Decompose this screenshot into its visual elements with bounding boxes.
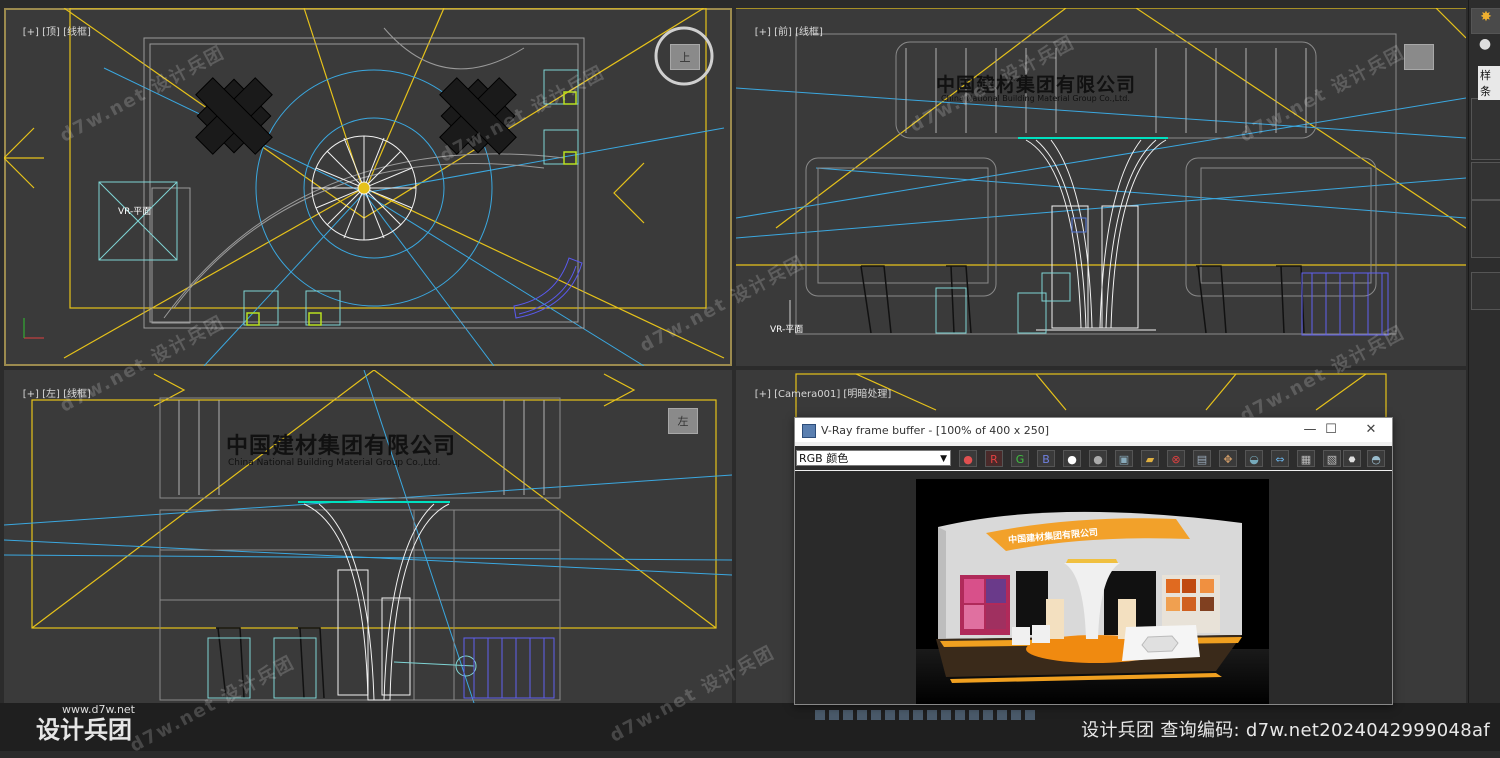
- nav-icon[interactable]: [969, 710, 979, 720]
- viewport-menu-plus[interactable]: [+]: [23, 27, 39, 38]
- viewport-view-menu[interactable]: [Camera001]: [774, 389, 840, 400]
- brand-logo: 设计兵团: [36, 716, 132, 744]
- channel-select-value: RGB 颜色: [799, 452, 849, 465]
- nav-icon[interactable]: [899, 710, 909, 720]
- viewport-view-menu[interactable]: [顶]: [42, 27, 60, 38]
- viewcube-left[interactable]: 左: [668, 408, 698, 434]
- nav-icon[interactable]: [871, 710, 881, 720]
- left-wireframe: [4, 370, 732, 703]
- color-channels-icon[interactable]: ●: [959, 450, 977, 467]
- nav-icon[interactable]: [927, 710, 937, 720]
- viewport-front[interactable]: [+] [前] [线框] 中国建材集团有限公司 China National B…: [736, 8, 1466, 366]
- viewport-menu-plus[interactable]: [+]: [755, 27, 771, 38]
- rollout-1[interactable]: [1471, 98, 1500, 160]
- viewport-menu-plus[interactable]: [+]: [755, 389, 771, 400]
- rollout-3[interactable]: [1471, 200, 1500, 258]
- viewport-top-label: [+] [顶] [线框]: [10, 12, 91, 49]
- region-render-icon[interactable]: ▧: [1323, 450, 1341, 467]
- nav-icon[interactable]: [983, 710, 993, 720]
- nav-icon[interactable]: [955, 710, 965, 720]
- track-mouse-icon[interactable]: ✥: [1219, 450, 1237, 467]
- booth-render: [916, 479, 1269, 704]
- viewport-shading-menu[interactable]: [明暗处理]: [843, 389, 891, 400]
- viewport-front-label: [+] [前] [线框]: [742, 12, 823, 49]
- link-icon[interactable]: ⇔: [1271, 450, 1289, 467]
- stop-icon[interactable]: ⬣: [1343, 450, 1361, 467]
- green-channel-button[interactable]: G: [1011, 450, 1029, 467]
- rollout-2[interactable]: [1471, 162, 1500, 200]
- viewport-shading-menu[interactable]: [线框]: [63, 389, 91, 400]
- vray-window-title: V-Ray frame buffer - [100% of 400 x 250]: [821, 423, 1050, 437]
- left-sign-en: China National Building Material Group C…: [228, 458, 441, 468]
- clear-image-icon[interactable]: ⊗: [1167, 450, 1185, 467]
- nav-icon[interactable]: [815, 710, 825, 720]
- vray-titlebar[interactable]: V-Ray frame buffer - [100% of 400 x 250]…: [795, 418, 1392, 442]
- white-circle-icon[interactable]: ●: [1063, 450, 1081, 467]
- nav-icon[interactable]: [857, 710, 867, 720]
- viewport-view-menu[interactable]: [左]: [42, 389, 60, 400]
- viewport-left-label: [+] [左] [线框]: [10, 374, 91, 411]
- save-icon[interactable]: ▣: [1115, 450, 1133, 467]
- chevron-down-icon: ▼: [940, 454, 947, 464]
- gray-circle-icon[interactable]: ●: [1089, 450, 1107, 467]
- front-sign-en: China National Building Material Group C…: [941, 94, 1130, 103]
- nav-icon[interactable]: [997, 710, 1007, 720]
- vray-frame-buffer-window[interactable]: V-Ray frame buffer - [100% of 400 x 250]…: [794, 417, 1393, 705]
- viewport-top[interactable]: [+] [顶] [线框] 上 VR-平面: [4, 8, 732, 366]
- vr-plane-label: VR-平面: [118, 207, 152, 217]
- nav-icon[interactable]: [1011, 710, 1021, 720]
- viewport-menu-plus[interactable]: [+]: [23, 389, 39, 400]
- viewcube-front[interactable]: [1404, 44, 1434, 70]
- viewport-shading-menu[interactable]: [线框]: [63, 27, 91, 38]
- teapot-icon[interactable]: ◒: [1245, 450, 1263, 467]
- maximize-button[interactable]: ☐: [1321, 422, 1341, 438]
- render-teapot-icon[interactable]: ◓: [1367, 450, 1385, 467]
- red-channel-button[interactable]: R: [985, 450, 1003, 467]
- nav-icon[interactable]: [1025, 710, 1035, 720]
- blue-channel-button[interactable]: B: [1037, 450, 1055, 467]
- left-sign-cn: 中国建材集团有限公司: [226, 434, 457, 459]
- viewport-nav-icons: [815, 710, 1035, 720]
- duplicate-icon[interactable]: ▤: [1193, 450, 1211, 467]
- viewcube-top[interactable]: 上: [670, 44, 700, 70]
- viewport-camera-label: [+] [Camera001] [明暗处理]: [742, 374, 892, 411]
- create-tab-icon[interactable]: ✸: [1471, 8, 1500, 34]
- vray-canvas: 中国建材集团有限公司: [795, 471, 1392, 704]
- front-wireframe: [736, 8, 1466, 336]
- render-image: 中国建材集团有限公司: [916, 479, 1269, 704]
- object-type-dropdown[interactable]: 样条: [1478, 66, 1500, 100]
- region-icon[interactable]: ▦: [1297, 450, 1315, 467]
- front-sign-cn: 中国建材集团有限公司: [936, 74, 1137, 96]
- viewport-shading-menu[interactable]: [线框]: [795, 27, 823, 38]
- viewport-view-menu[interactable]: [前]: [774, 27, 792, 38]
- channel-select[interactable]: RGB 颜色 ▼: [796, 450, 951, 466]
- vray-toolbar: RGB 颜色 ▼ ● R G B ● ● ▣ ▰ ⊗ ▤ ✥ ◒ ⇔ ▦ ▧ ⬣…: [795, 446, 1392, 470]
- nav-icon[interactable]: [885, 710, 895, 720]
- close-button[interactable]: ✕: [1361, 422, 1381, 438]
- command-panel: ✸ ●: [1468, 0, 1500, 751]
- nav-icon[interactable]: [913, 710, 923, 720]
- rollout-4[interactable]: [1471, 272, 1500, 310]
- minimize-button[interactable]: —: [1300, 422, 1320, 438]
- top-wireframe: [4, 8, 725, 366]
- nav-icon[interactable]: [941, 710, 951, 720]
- watermark-query-code: 设计兵团 查询编码: d7w.net2024042999048af: [1081, 720, 1490, 741]
- nav-icon[interactable]: [829, 710, 839, 720]
- front-vr-plane-label: VR-平面: [770, 325, 804, 335]
- open-folder-icon[interactable]: ▰: [1141, 450, 1159, 467]
- vray-app-icon: [802, 424, 816, 438]
- viewport-left[interactable]: [+] [左] [线框] 中国建材集团有限公司 China National B…: [4, 370, 732, 703]
- geometry-icon[interactable]: ●: [1471, 36, 1499, 60]
- nav-icon[interactable]: [843, 710, 853, 720]
